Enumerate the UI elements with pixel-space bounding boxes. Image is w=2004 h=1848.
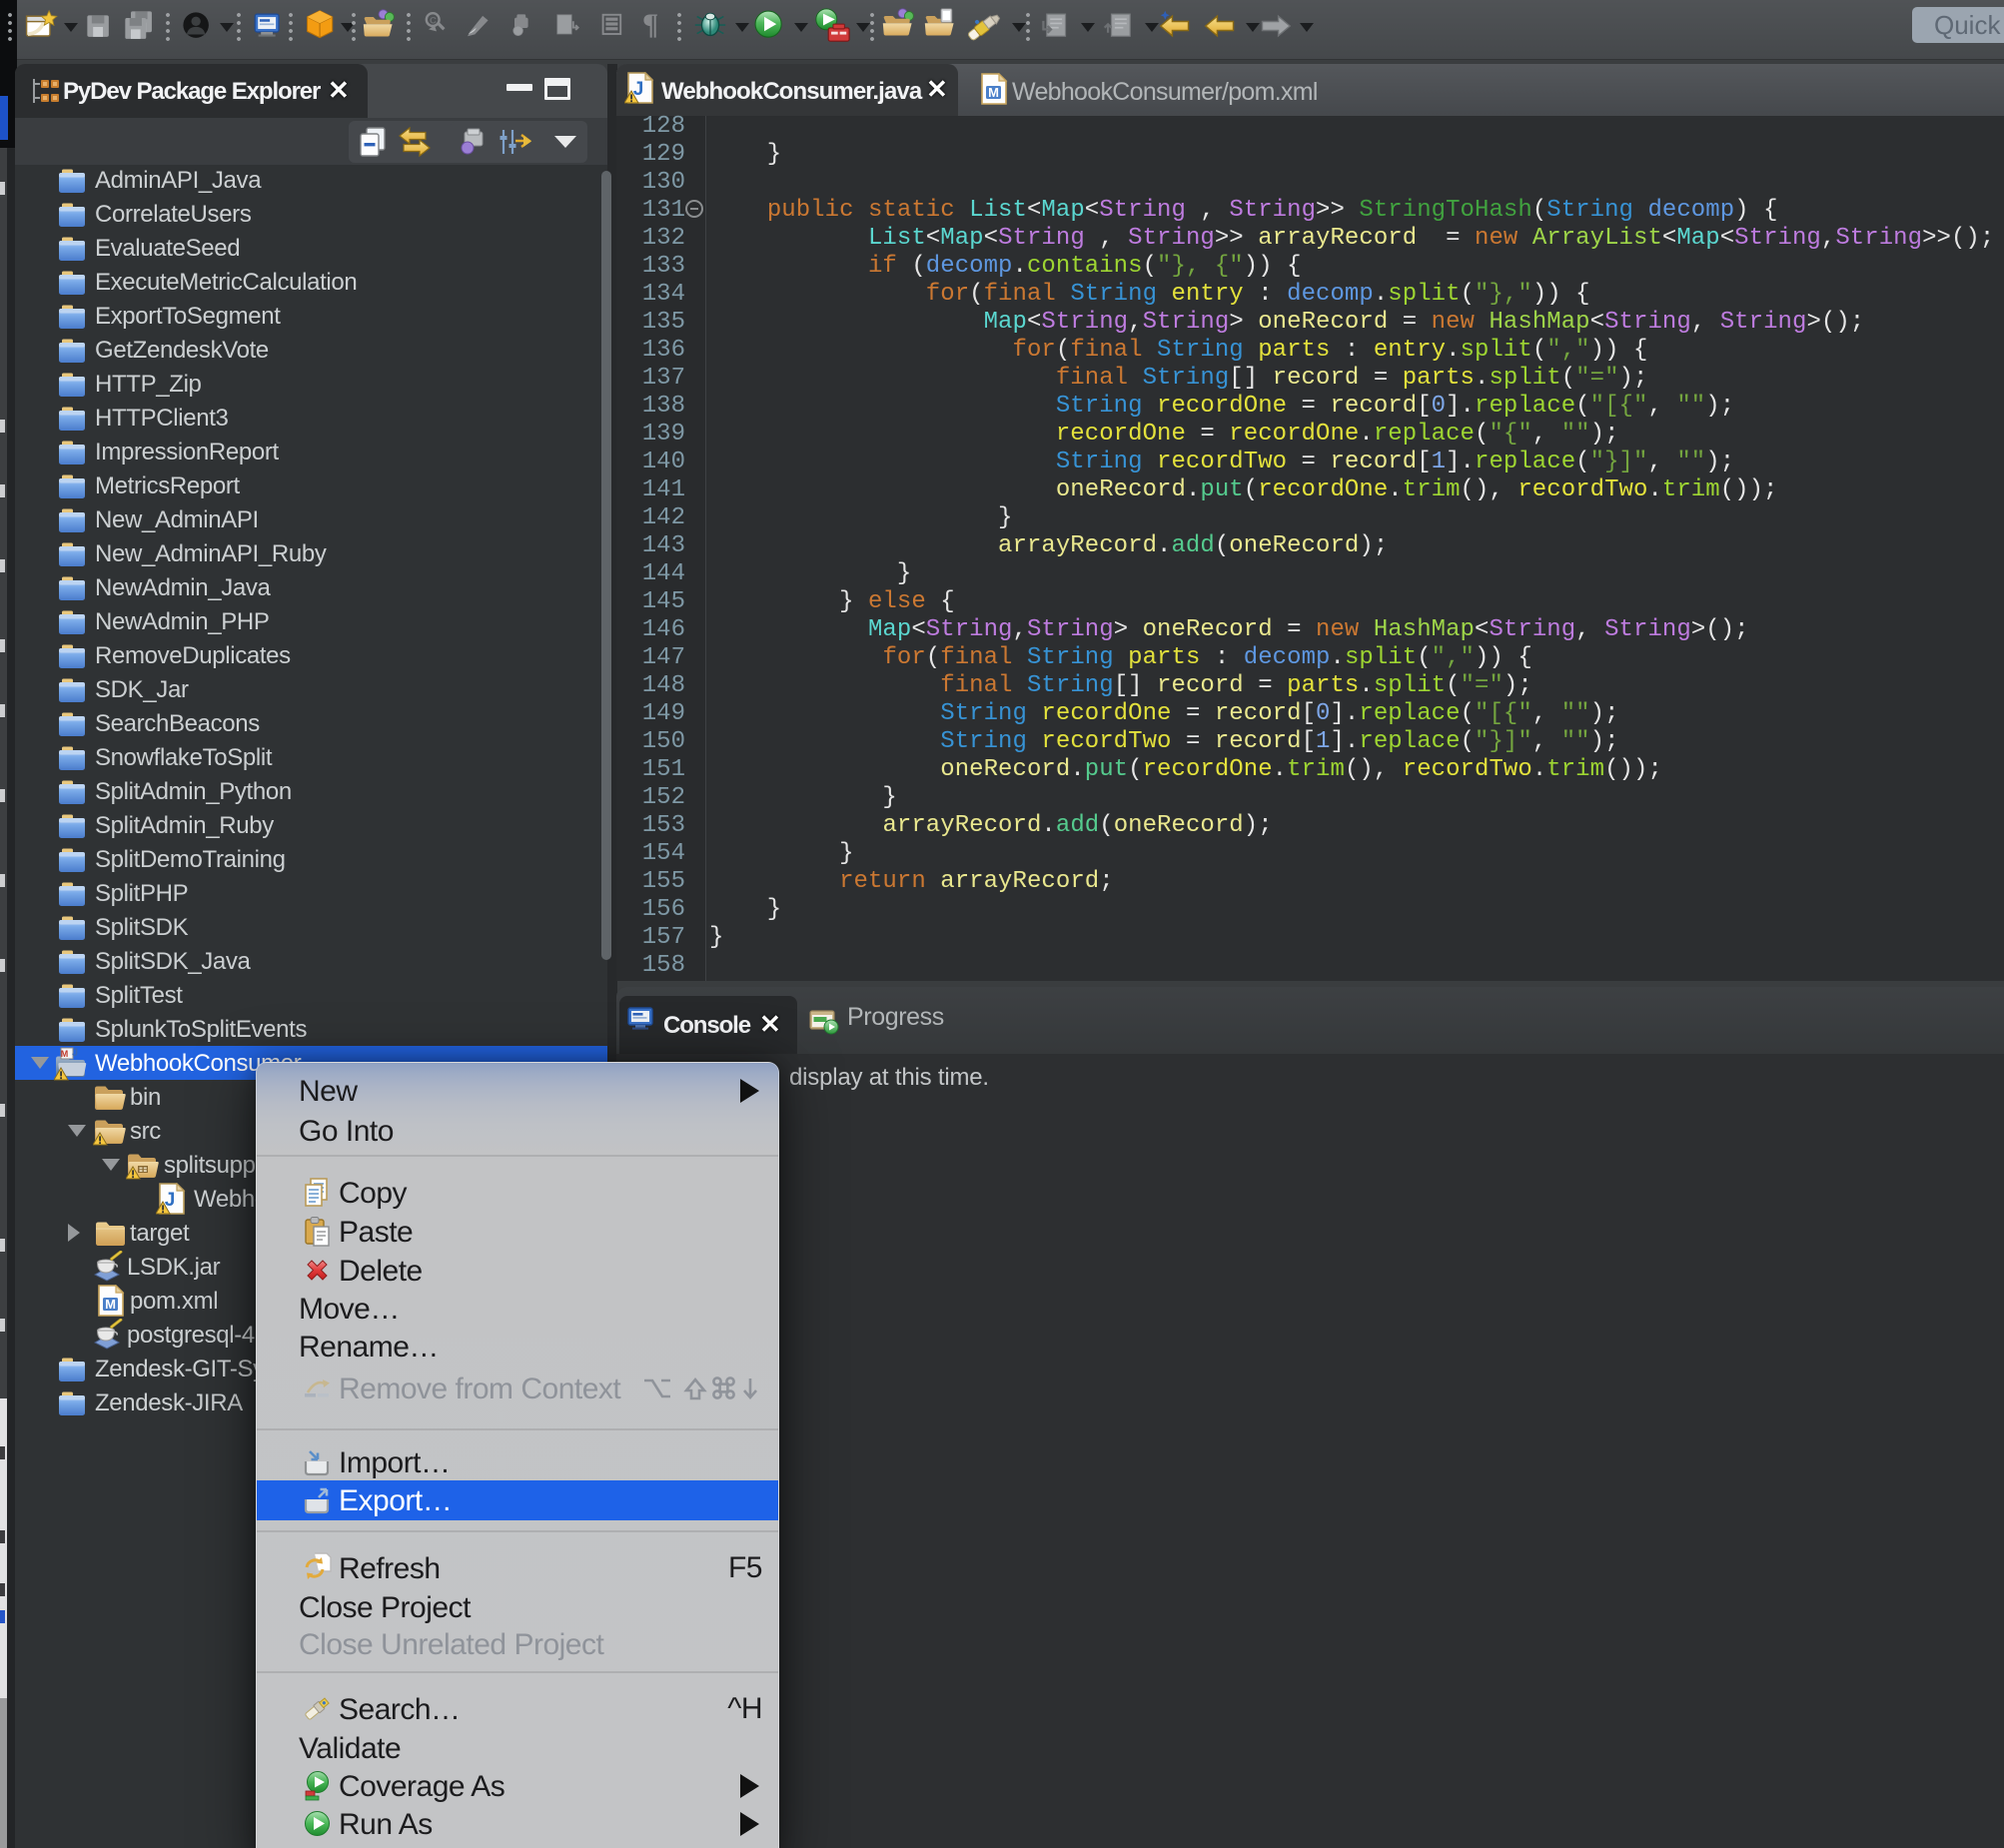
svg-text:M: M: [61, 1049, 69, 1059]
svg-text:M: M: [105, 1297, 116, 1312]
svg-text:C: C: [430, 16, 437, 27]
svg-text:J: J: [72, 1047, 78, 1059]
svg-text:M: M: [988, 85, 999, 100]
